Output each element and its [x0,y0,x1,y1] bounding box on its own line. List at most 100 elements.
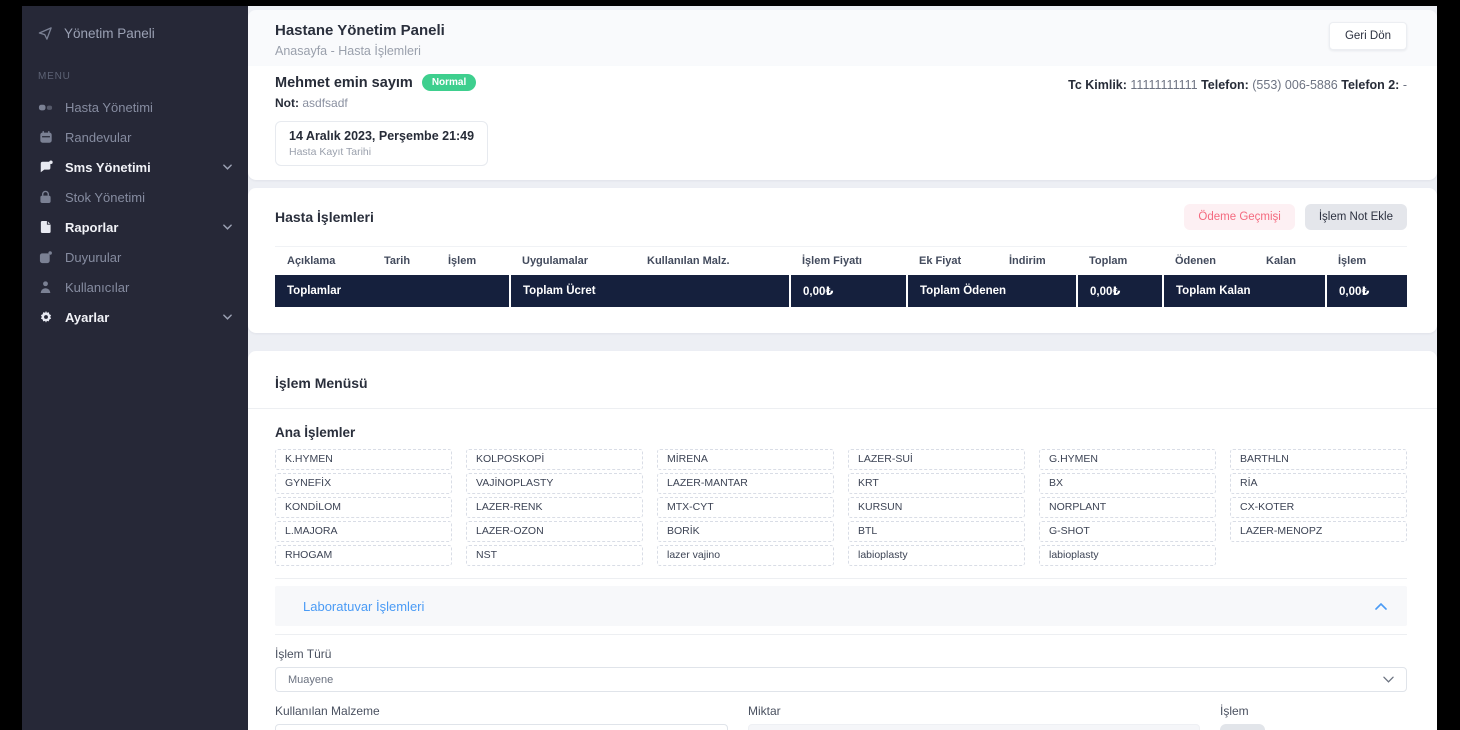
sidebar-brand[interactable]: Yönetim Paneli [22,18,248,51]
sidebar-item-kullanicilar[interactable]: Kullanıcılar [22,272,248,302]
users-icon [38,100,53,115]
lock-icon [38,190,53,205]
action-label: İşlem [1220,704,1249,718]
sidebar-item-randevular[interactable]: Randevular [22,122,248,152]
page-title: Hastane Yönetim Paneli [275,22,445,39]
quantity-label: Miktar [748,704,781,718]
sidebar-item-label: Duyurular [65,249,122,265]
sidebar-item-label: Kullanıcılar [65,279,130,295]
total-remaining-label: Toplam Kalan [1162,275,1326,307]
column-header: Tarih [384,255,411,267]
procedure-button[interactable]: labioplasty [848,545,1025,566]
status-badge: Normal [421,74,477,91]
procedure-button[interactable]: LAZER-MANTAR [657,473,834,494]
procedure-button[interactable]: BORİK [657,521,834,542]
procedure-button[interactable]: NST [466,545,643,566]
divider [275,634,1407,635]
procedure-button[interactable]: labioplasty [1039,545,1216,566]
sidebar-item-label: Ayarlar [65,309,110,325]
procedure-button[interactable]: BTL [848,521,1025,542]
procedure-button[interactable]: LAZER-OZON [466,521,643,542]
add-procedure-button[interactable]: Ekle [1220,724,1266,730]
paper-plane-icon [38,26,53,41]
sidebar-item-label: Randevular [65,129,132,145]
procedure-button[interactable]: LAZER-MENOPZ [1230,521,1407,542]
total-paid-value: 0,00₺ [1076,275,1163,307]
procedure-button[interactable]: LAZER-RENK [466,497,643,518]
procedure-button[interactable]: LAZER-SUİ [848,449,1025,470]
procedure-button[interactable]: BX [1039,473,1216,494]
add-note-button[interactable]: İşlem Not Ekle [1304,204,1407,230]
procedure-button[interactable]: NORPLANT [1039,497,1216,518]
procedure-button[interactable]: BARTHLN [1230,449,1407,470]
procedure-button[interactable]: K.HYMEN [275,449,452,470]
procedure-button[interactable]: CX-KOTER [1230,497,1407,518]
back-button[interactable]: Geri Dön [1328,22,1407,50]
patient-card: Mehmet emin sayım Normal Not: asdfsadf T… [248,66,1437,180]
total-remaining-value: 0,00₺ [1325,275,1407,307]
patient-name: Mehmet emin sayım [275,74,413,91]
sidebar-item-raporlar[interactable]: Raporlar [22,212,248,242]
quantity-input[interactable] [748,724,1200,730]
sidebar-item-hasta-yonetimi[interactable]: Hasta Yönetimi [22,92,248,122]
sidebar-item-label: Stok Yönetimi [65,189,145,205]
sidebar-item-label: Hasta Yönetimi [65,99,153,115]
procedure-button[interactable]: VAJİNOPLASTY [466,473,643,494]
sidebar-item-label: Sms Yönetimi [65,159,151,175]
procedure-button[interactable]: GYNEFİX [275,473,452,494]
procedure-button[interactable]: KONDİLOM [275,497,452,518]
procedure-button[interactable]: G.HYMEN [1039,449,1216,470]
column-header: Uygulamalar [522,255,589,267]
procedure-button[interactable]: KOLPOSKOPİ [466,449,643,470]
id-value: 11111111111 [1130,78,1198,92]
column-header: İşlem Fiyatı [802,255,862,267]
procedure-type-select[interactable]: Muayene [275,667,1407,692]
chevron-down-icon [223,164,232,170]
total-paid-label: Toplam Ödenen [906,275,1077,307]
announcement-icon [38,250,53,265]
procedure-button[interactable]: RHOGAM [275,545,452,566]
id-label: Tc Kimlik: [1068,78,1127,92]
calendar-icon [38,130,53,145]
column-header: Kalan [1266,255,1296,267]
transactions-card: Hasta İşlemleri Ödeme Geçmişi İşlem Not … [248,188,1437,333]
column-header: Ödenen [1175,255,1216,267]
transactions-title: Hasta İşlemleri [275,209,374,225]
procedure-button[interactable]: MİRENA [657,449,834,470]
registration-date-label: Hasta Kayıt Tarihi [289,146,372,158]
gear-icon [38,310,53,325]
procedure-button[interactable]: lazer vajino [657,545,834,566]
breadcrumb: Anasayfa - Hasta İşlemleri [275,44,421,58]
material-select[interactable]: Seçiniz [275,724,728,730]
divider [275,578,1407,579]
main-content: Hastane Yönetim Paneli Anasayfa - Hasta … [248,6,1437,730]
sidebar-item-ayarlar[interactable]: Ayarlar [22,302,248,332]
procedure-button[interactable]: L.MAJORA [275,521,452,542]
column-header: Açıklama [287,255,336,267]
table-header-row: Açıklama Tarih İşlem Uygulamalar Kullanı… [275,246,1407,276]
procedure-menu-card: İşlem Menüsü Ana İşlemler K.HYMEN KOLPOS… [248,351,1437,730]
total-fee-label: Toplam Ücret [509,275,790,307]
lab-section-toggle[interactable]: Laboratuvar İşlemleri [275,586,1407,626]
total-fee-value: 0,00₺ [789,275,907,307]
column-header: Kullanılan Malz. [647,255,730,267]
material-label: Kullanılan Malzeme [275,704,380,718]
user-icon [38,280,53,295]
procedure-button[interactable]: G-SHOT [1039,521,1216,542]
transactions-table: Açıklama Tarih İşlem Uygulamalar Kullanı… [275,246,1407,307]
column-header: İşlem [1338,255,1367,267]
sidebar-item-duyurular[interactable]: Duyurular [22,242,248,272]
procedure-button[interactable]: KURSUN [848,497,1025,518]
note-value: asdfsadf [302,96,348,110]
procedure-menu-title: İşlem Menüsü [275,375,368,391]
sidebar-item-stok-yonetimi[interactable]: Stok Yönetimi [22,182,248,212]
phone-value: (553) 006-5886 [1252,78,1338,92]
procedure-button[interactable]: KRT [848,473,1025,494]
procedure-button[interactable]: MTX-CYT [657,497,834,518]
sidebar-item-sms-yonetimi[interactable]: Sms Yönetimi [22,152,248,182]
page-header: Hastane Yönetim Paneli Anasayfa - Hasta … [248,10,1437,66]
column-header: İndirim [1009,255,1046,267]
procedure-button[interactable]: RİA [1230,473,1407,494]
chat-icon [38,160,53,175]
payment-history-button[interactable]: Ödeme Geçmişi [1184,204,1295,230]
